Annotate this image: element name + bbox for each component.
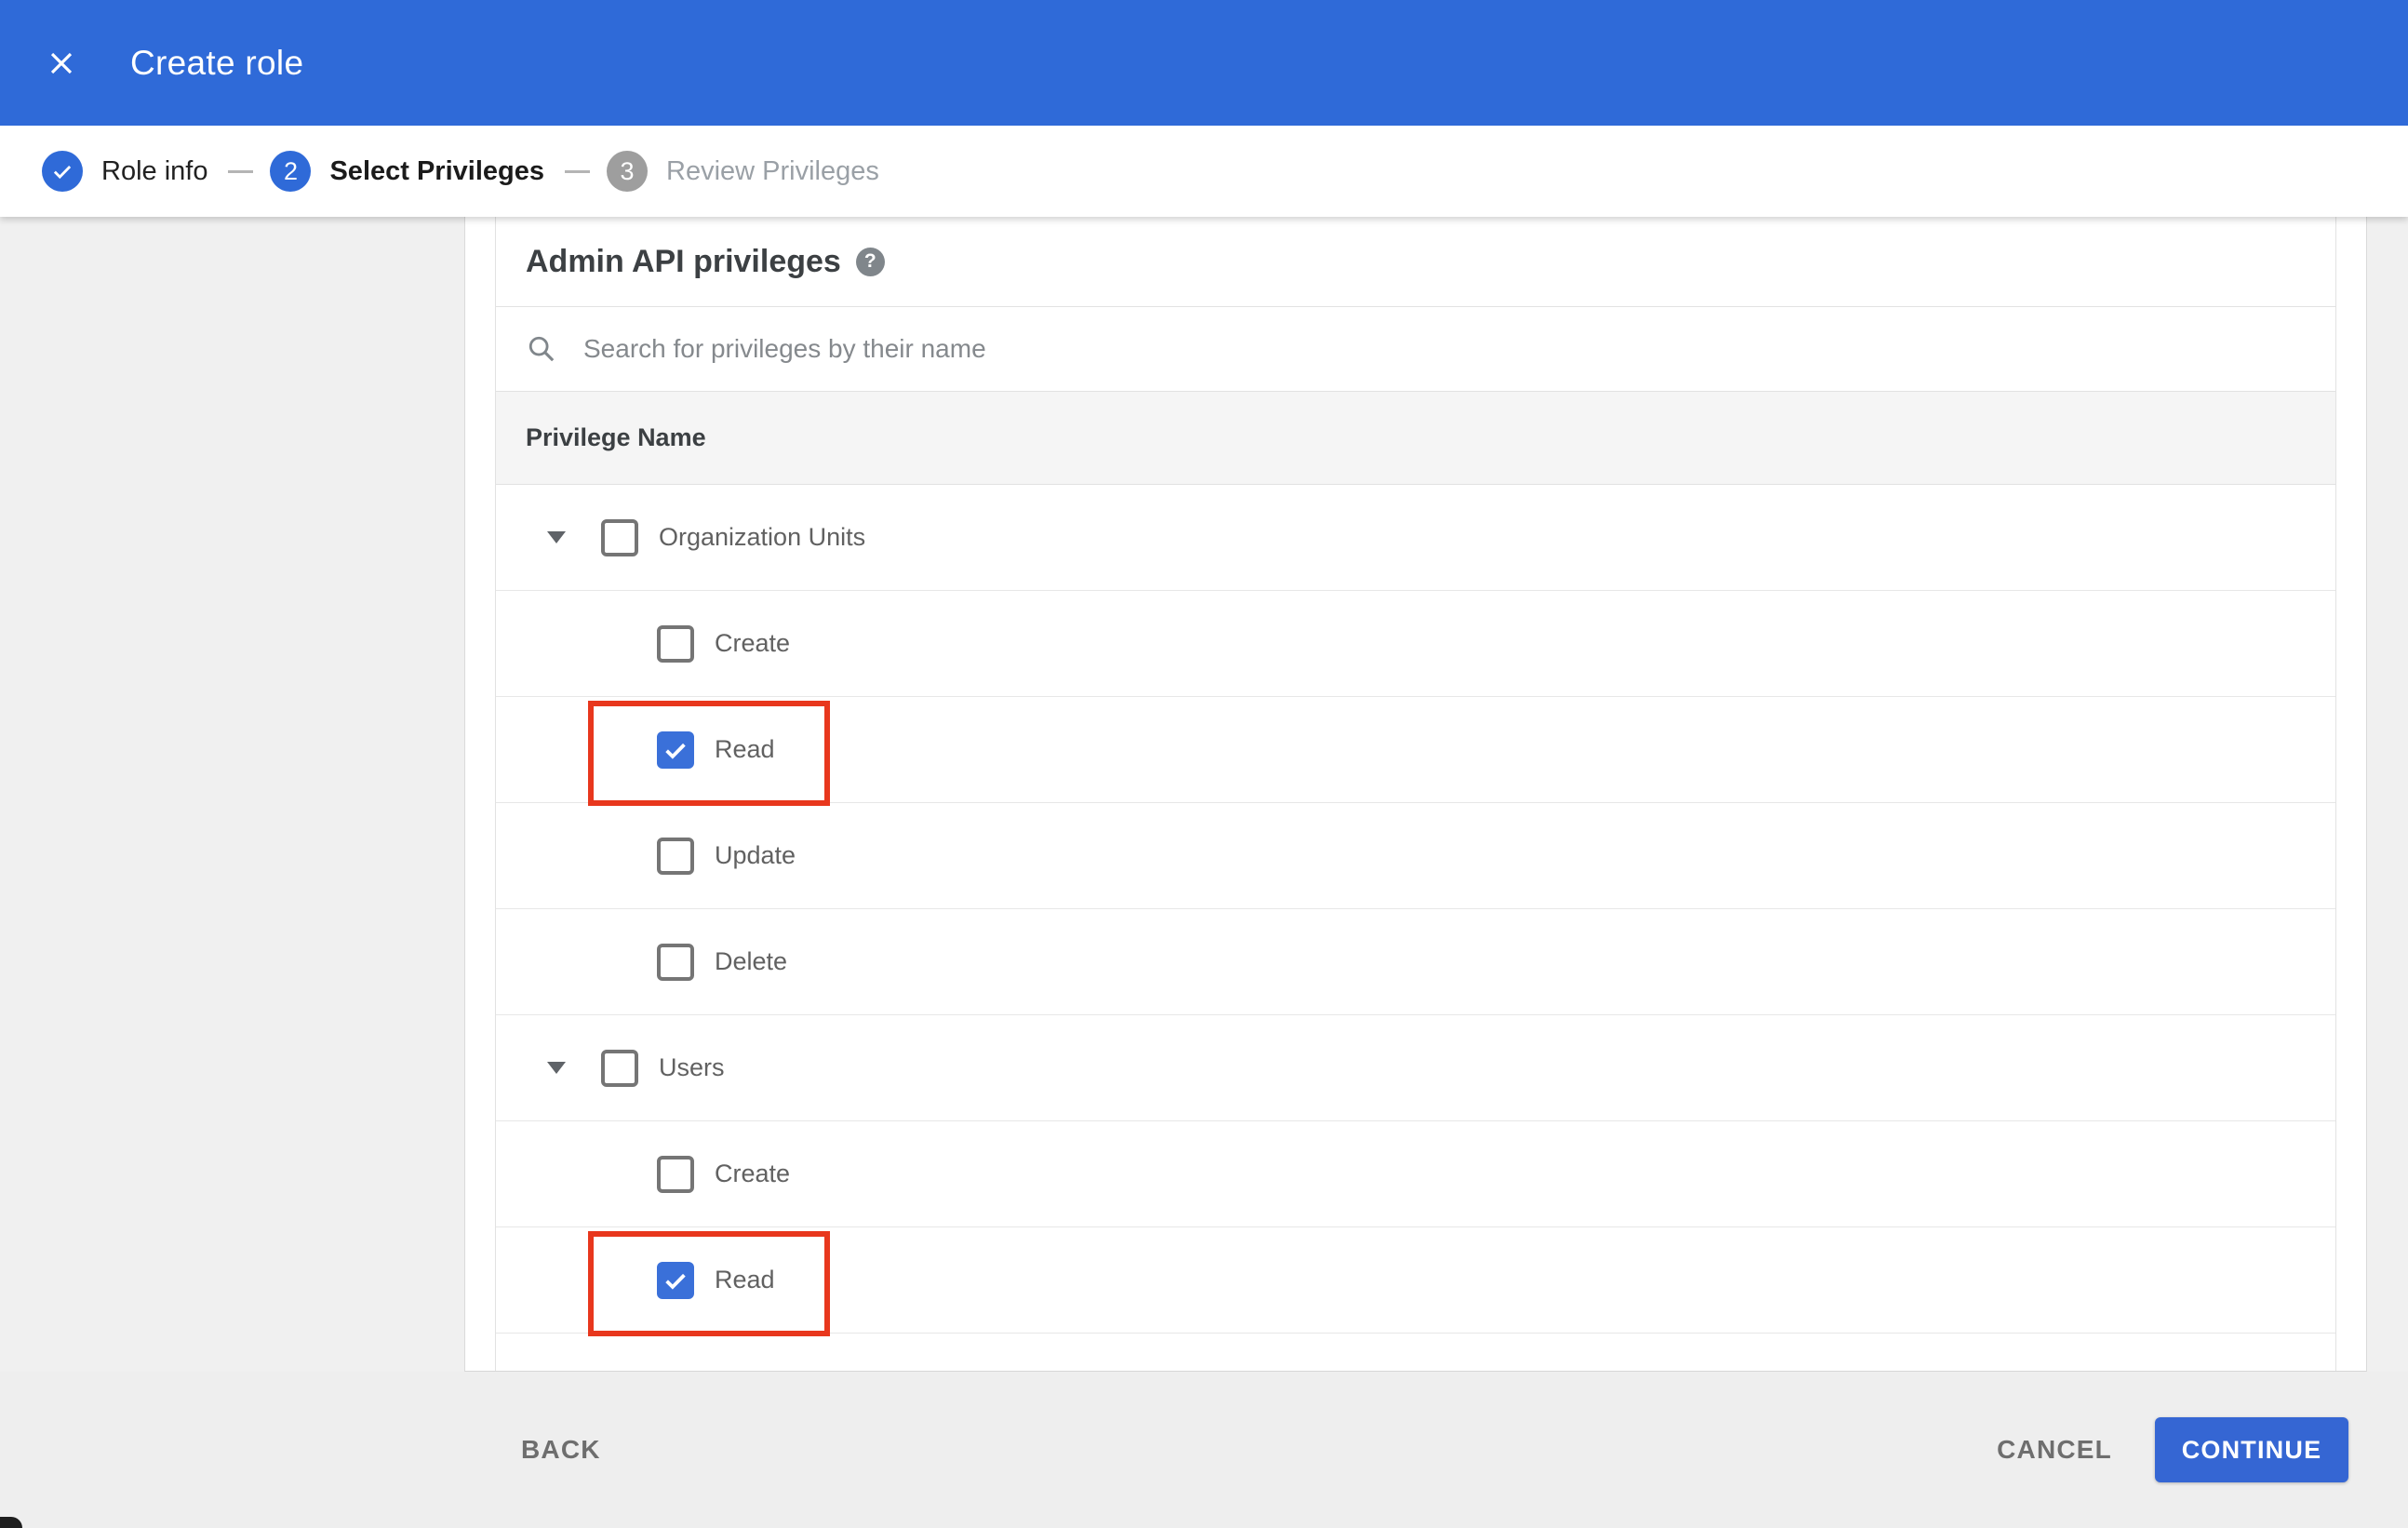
collapse-arrow-icon[interactable] — [547, 1062, 566, 1074]
panel-heading-row: Admin API privileges ? — [496, 217, 2335, 307]
help-icon[interactable]: ? — [855, 247, 885, 276]
step-number-badge: 3 — [607, 151, 648, 192]
checkbox-users[interactable] — [601, 1049, 638, 1087]
step-completed-check-icon — [42, 151, 83, 192]
action-bar: BACK CANCEL CONTINUE — [0, 1372, 2408, 1528]
row-ou-delete: Delete — [496, 909, 2335, 1015]
page-title: Create role — [130, 43, 304, 82]
close-icon[interactable] — [41, 43, 82, 84]
step-role-info[interactable]: Role info — [42, 151, 207, 192]
step-separator — [565, 169, 590, 173]
privileges-table: Admin API privileges ? Privilege Name Or… — [495, 217, 2336, 1371]
continue-button[interactable]: CONTINUE — [2155, 1417, 2348, 1482]
privilege-label: Update — [715, 841, 796, 869]
step-review-privileges: 3 Review Privileges — [607, 151, 879, 192]
row-users-read: Read — [496, 1227, 2335, 1336]
privilege-label: Read — [715, 735, 775, 763]
privileges-panel: Admin API privileges ? Privilege Name Or… — [464, 217, 2367, 1372]
step-select-privileges[interactable]: 2 Select Privileges — [270, 151, 544, 192]
row-ou-create: Create — [496, 591, 2335, 697]
privilege-label: Users — [659, 1053, 725, 1081]
privilege-label: Read — [715, 1266, 775, 1293]
step-label: Select Privileges — [329, 155, 544, 186]
checkbox-organization-units[interactable] — [601, 518, 638, 556]
row-ou-read: Read — [496, 697, 2335, 806]
row-users-create: Create — [496, 1121, 2335, 1227]
column-header-privilege-name: Privilege Name — [496, 392, 2335, 485]
row-ou-update: Update — [496, 803, 2335, 909]
wizard-stepper: Role info 2 Select Privileges 3 Review P… — [0, 126, 2408, 217]
step-label: Review Privileges — [666, 155, 879, 186]
checkbox-ou-read[interactable] — [657, 730, 694, 769]
row-users: Users — [496, 1015, 2335, 1121]
step-separator — [228, 169, 254, 173]
checkbox-ou-create[interactable] — [657, 624, 694, 663]
highlight-annotation-box — [588, 701, 830, 806]
privilege-label: Organization Units — [659, 523, 866, 551]
panel-heading: Admin API privileges — [526, 243, 841, 279]
cancel-button[interactable]: CANCEL — [1997, 1435, 2112, 1465]
step-label: Role info — [101, 155, 208, 186]
footer-right-actions: CANCEL CONTINUE — [1997, 1417, 2348, 1482]
search-input[interactable] — [583, 334, 1979, 364]
checkbox-ou-update[interactable] — [657, 837, 694, 875]
privilege-label: Delete — [715, 947, 788, 975]
search-row — [496, 307, 2335, 392]
collapse-arrow-icon[interactable] — [547, 531, 566, 543]
checkbox-users-read[interactable] — [657, 1261, 694, 1299]
privilege-label: Create — [715, 629, 791, 657]
row-partially-visible — [496, 1334, 2335, 1370]
checkbox-users-create[interactable] — [657, 1155, 694, 1193]
privilege-label: Create — [715, 1159, 791, 1187]
checkbox-ou-delete[interactable] — [657, 943, 694, 981]
search-icon — [528, 336, 555, 362]
dialog-header: Create role — [0, 0, 2408, 126]
close-icon-glyph — [50, 52, 73, 74]
back-button[interactable]: BACK — [521, 1435, 601, 1465]
row-organization-units: Organization Units — [496, 485, 2335, 591]
highlight-annotation-box — [588, 1231, 830, 1336]
step-number-badge: 2 — [270, 151, 312, 192]
